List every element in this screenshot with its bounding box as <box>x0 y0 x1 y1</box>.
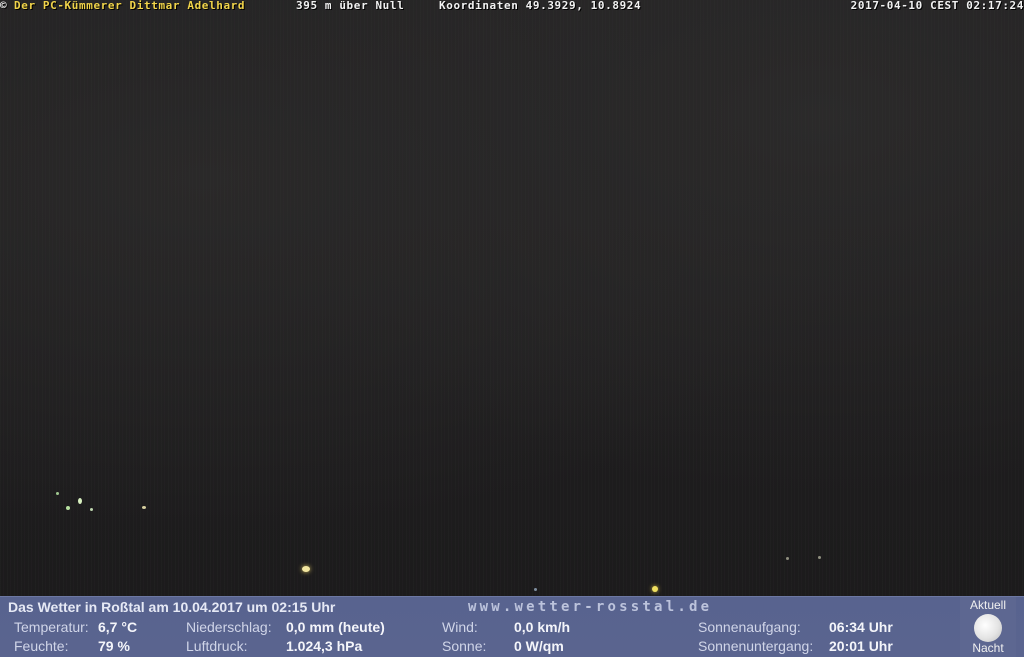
timestamp-text: 2017-04-10 CEST 02:17:24 <box>850 0 1024 12</box>
sunset-value: 20:01 Uhr <box>829 638 893 654</box>
wind-label: Wind: <box>442 619 478 635</box>
pressure-value: 1.024,3 hPa <box>286 638 363 654</box>
overlay-header: © Der PC-Kümmerer Dittmar Adelhard 395 m… <box>0 0 1024 12</box>
webcam-image <box>0 0 1024 596</box>
moon-top-label: Aktuell <box>969 598 1007 612</box>
website-link[interactable]: www.wetter-rosstal.de <box>468 599 712 615</box>
coordinates-text: Koordinaten 49.3929, 10.8924 <box>439 0 642 12</box>
distant-light <box>66 506 70 510</box>
copyright-symbol: © <box>0 0 8 12</box>
moon-icon <box>974 614 1002 642</box>
sunset-label: Sonnenuntergang: <box>698 638 814 654</box>
distant-light <box>56 492 59 495</box>
distant-light <box>78 498 82 504</box>
street-light <box>302 566 310 572</box>
sunrise-value: 06:34 Uhr <box>829 619 893 635</box>
moon-phase-box: Aktuell Nacht <box>960 597 1016 657</box>
sunrise-label: Sonnenaufgang: <box>698 619 801 635</box>
distant-light <box>786 557 789 560</box>
street-light <box>652 586 658 592</box>
temperature-label: Temperatur: <box>14 619 89 635</box>
sun-value: 0 W/qm <box>514 638 564 654</box>
owner-name: Der PC-Kümmerer Dittmar Adelhard <box>14 0 246 12</box>
humidity-value: 79 % <box>98 638 130 654</box>
distant-light <box>534 588 537 591</box>
pressure-label: Luftdruck: <box>186 638 248 654</box>
altitude-text: 395 m über Null <box>296 0 405 12</box>
temperature-value: 6,7 °C <box>98 619 138 635</box>
weather-panel: Das Wetter in Roßtal am 10.04.2017 um 02… <box>0 596 1024 657</box>
precipitation-value: 0,0 mm (heute) <box>286 619 385 635</box>
weather-title: Das Wetter in Roßtal am 10.04.2017 um 02… <box>8 599 336 615</box>
distant-light <box>90 508 93 511</box>
precipitation-label: Niederschlag: <box>186 619 272 635</box>
humidity-label: Feuchte: <box>14 638 69 654</box>
distant-light <box>142 506 146 509</box>
distant-light <box>818 556 821 559</box>
wind-value: 0,0 km/h <box>514 619 571 635</box>
moon-bottom-label: Nacht <box>972 641 1004 655</box>
sun-label: Sonne: <box>442 638 487 654</box>
